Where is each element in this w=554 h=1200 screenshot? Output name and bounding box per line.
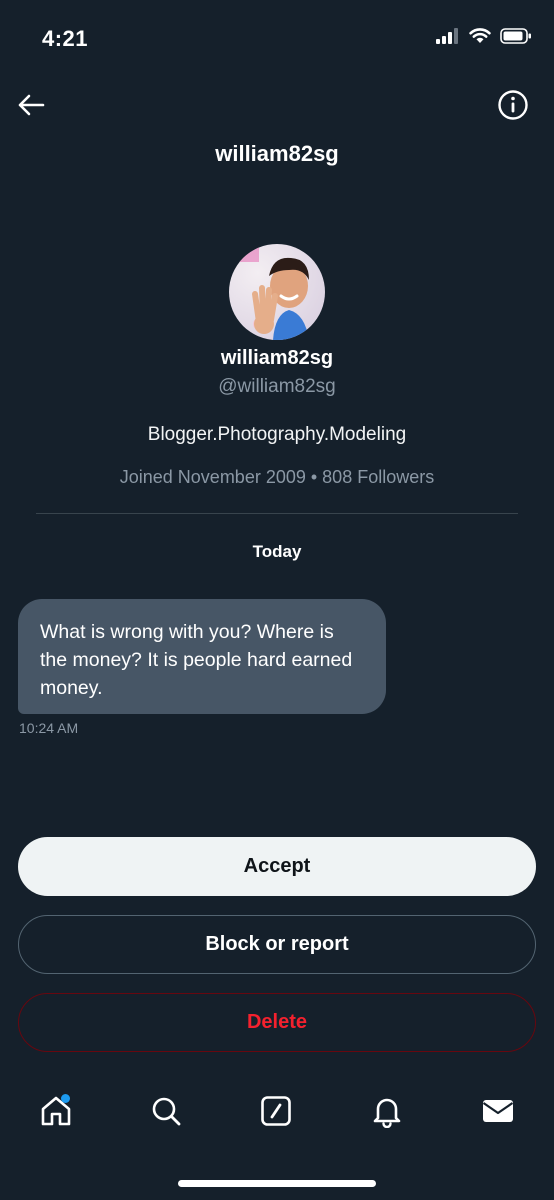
notifications-icon — [370, 1094, 404, 1133]
date-label: Today — [252, 542, 302, 561]
delete-button[interactable]: Delete — [18, 993, 536, 1052]
profile-meta: Joined November 2009 • 808 Followers — [119, 467, 435, 487]
nav-search[interactable] — [146, 1093, 186, 1133]
info-button[interactable] — [496, 89, 530, 126]
message-timestamp: 10:24 AM — [19, 720, 79, 736]
status-time: 4:21 — [42, 26, 89, 51]
wifi-icon — [469, 28, 491, 49]
nav-notifications[interactable] — [367, 1093, 407, 1133]
profile-name[interactable]: william82sg — [0, 347, 554, 370]
messages-icon — [481, 1094, 515, 1133]
profile-handle: @william82sg — [218, 376, 336, 397]
profile-bio: Blogger.Photography.Modeling — [147, 424, 407, 445]
unread-dot — [61, 1094, 70, 1103]
signal-icon — [436, 28, 460, 49]
dm-request-screen: 4:21 william82sg william82sg @william82s… — [0, 0, 554, 1200]
avatar[interactable] — [229, 244, 325, 340]
block-or-report-button[interactable]: Block or report — [18, 915, 536, 974]
header-title: william82sg — [215, 141, 339, 166]
nav-compose[interactable] — [256, 1093, 296, 1133]
compose-icon — [259, 1094, 293, 1133]
nav-messages[interactable] — [478, 1093, 518, 1133]
battery-icon — [500, 28, 532, 49]
home-indicator[interactable] — [178, 1180, 376, 1187]
accept-button[interactable]: Accept — [18, 837, 536, 896]
divider — [36, 513, 518, 514]
search-icon — [149, 1094, 183, 1133]
info-icon — [497, 89, 529, 126]
status-icons — [436, 28, 532, 49]
message-bubble[interactable]: What is wrong with you? Where is the mon… — [18, 599, 386, 714]
nav-home[interactable] — [36, 1093, 76, 1133]
back-arrow-icon — [17, 93, 45, 122]
back-button[interactable] — [14, 90, 48, 124]
